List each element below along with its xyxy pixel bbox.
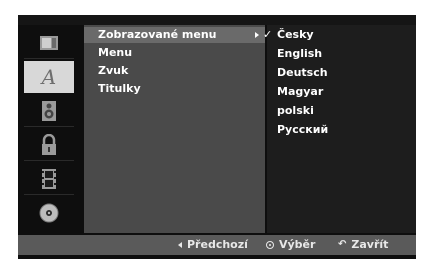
option-label: polski [277,104,314,117]
option-russian[interactable]: Русский [267,122,416,138]
option-english[interactable]: English [267,46,416,62]
speaker-icon [42,100,56,121]
category-audio[interactable] [24,95,74,127]
language-option-list: ✓ Česky English Deutsch Magyar polski Ру… [263,25,416,233]
option-label: Magyar [277,85,324,98]
menu-item-subtitles[interactable]: Titulky [84,81,265,97]
option-label: Русский [277,123,329,136]
film-icon [42,168,56,189]
option-deutsch[interactable]: Deutsch [267,65,416,81]
navigation-hint-bar: Předchozí Výběr ↶ Zavřít [18,235,416,255]
arrow-left-icon [178,242,182,248]
screen: A Zobrazované menu Menu Zvuk Titulky ✓ Č… [0,0,421,268]
enter-button-icon [266,241,274,249]
svg-text:A: A [40,66,56,88]
category-language[interactable]: A [24,61,74,93]
category-lock[interactable] [24,129,74,161]
lock-icon [42,133,56,155]
option-label: Česky [277,28,314,41]
setup-menu-list: Zobrazované menu Menu Zvuk Titulky [84,25,265,233]
category-recording[interactable] [24,163,74,195]
menu-item-label: Zvuk [98,64,129,77]
category-icon-column: A [18,25,80,233]
menu-item-menu[interactable]: Menu [84,45,265,61]
disc-settings-icon [40,35,58,50]
previous-hint[interactable]: Předchozí [178,235,248,255]
close-hint[interactable]: ↶ Zavřít [338,235,388,255]
category-disc-settings[interactable] [24,27,74,59]
select-hint[interactable]: Výběr [266,235,315,255]
chevron-right-icon [255,32,259,38]
option-cesky[interactable]: ✓ Česky [263,27,416,43]
return-icon: ↶ [338,239,347,250]
disc-icon [39,203,59,222]
menu-item-audio[interactable]: Zvuk [84,63,265,79]
option-polski[interactable]: polski [267,103,416,119]
option-label: English [277,47,323,60]
previous-label: Předchozí [187,238,248,251]
menu-item-label: Zobrazované menu [98,28,217,41]
language-icon: A [40,66,56,88]
menu-item-display-menu[interactable]: Zobrazované menu [84,27,265,43]
menu-item-label: Titulky [98,82,141,95]
close-label: Zavřít [351,238,389,251]
option-label: Deutsch [277,66,328,79]
select-label: Výběr [279,238,316,251]
checkmark-icon: ✓ [263,28,273,41]
menu-item-label: Menu [98,46,133,59]
category-disc[interactable] [24,197,74,228]
panel-top-strip [18,15,416,25]
option-magyar[interactable]: Magyar [267,84,416,100]
